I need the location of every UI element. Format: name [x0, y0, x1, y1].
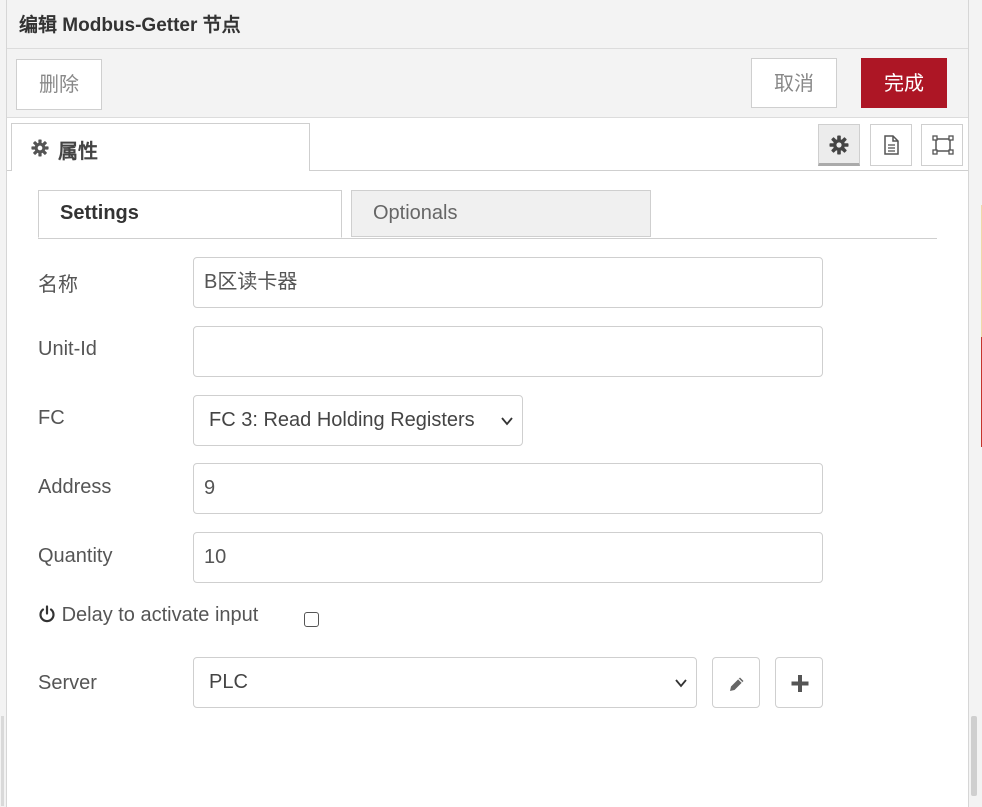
tray-header: 编辑 Modbus-Getter 节点 — [7, 0, 968, 49]
pencil-icon — [730, 677, 744, 691]
subtab-settings[interactable]: Settings — [38, 190, 342, 238]
chevron-down-icon — [501, 417, 513, 426]
right-edge — [968, 0, 982, 807]
edit-server-button[interactable] — [712, 657, 760, 708]
tab-description-icon-button[interactable] — [870, 124, 912, 166]
done-button[interactable]: 完成 — [861, 58, 947, 108]
name-input[interactable]: B区读卡器 — [193, 257, 823, 308]
add-server-button[interactable] — [775, 657, 823, 708]
fc-label: FC — [38, 407, 65, 429]
server-select[interactable]: PLC — [193, 657, 697, 708]
power-icon — [39, 605, 55, 623]
description-icon — [884, 135, 899, 155]
gear-icon — [829, 135, 849, 155]
quantity-input[interactable]: 10 — [193, 532, 823, 583]
delay-label: Delay to activate input — [38, 604, 258, 627]
properties-panel: Settings Optionals 名称 B区读卡器 Unit-Id FC F… — [7, 171, 968, 807]
unit-id-label: Unit-Id — [38, 338, 97, 360]
chevron-down-icon — [675, 679, 687, 688]
tray-toolbar: 删除 取消 完成 — [7, 49, 968, 118]
name-label: 名称 — [38, 274, 78, 296]
cancel-button[interactable]: 取消 — [751, 58, 837, 108]
tab-properties[interactable]: 属性 — [11, 123, 310, 171]
quantity-label: Quantity — [38, 545, 113, 567]
left-edge — [0, 0, 7, 807]
tab-appearance-icon-button[interactable] — [921, 124, 963, 166]
delete-button[interactable]: 删除 — [16, 59, 102, 110]
subtab-optionals[interactable]: Optionals — [351, 190, 651, 237]
plus-icon — [791, 675, 809, 692]
edit-tray: 编辑 Modbus-Getter 节点 删除 取消 完成 属性 Settings… — [7, 0, 968, 807]
left-scrollbar[interactable] — [1, 716, 4, 806]
unit-id-input[interactable] — [193, 326, 823, 377]
fc-select-value: FC 3: Read Holding Registers — [209, 409, 475, 431]
tab-properties-label: 属性 — [58, 139, 98, 163]
server-label: Server — [38, 672, 97, 694]
gear-icon — [31, 139, 49, 157]
appearance-icon — [932, 135, 954, 155]
tab-settings-icon-button[interactable] — [818, 124, 860, 166]
delay-checkbox[interactable] — [304, 612, 319, 627]
address-label: Address — [38, 476, 112, 498]
server-select-value: PLC — [209, 671, 248, 693]
address-input[interactable]: 9 — [193, 463, 823, 514]
fc-select[interactable]: FC 3: Read Holding Registers — [193, 395, 523, 446]
subtab-bar: Settings Optionals — [38, 190, 937, 239]
delay-label-text: Delay to activate input — [61, 604, 259, 626]
tray-tabbar: 属性 — [7, 118, 968, 171]
right-scrollbar[interactable] — [971, 716, 977, 796]
tray-title: 编辑 Modbus-Getter 节点 — [19, 15, 241, 36]
